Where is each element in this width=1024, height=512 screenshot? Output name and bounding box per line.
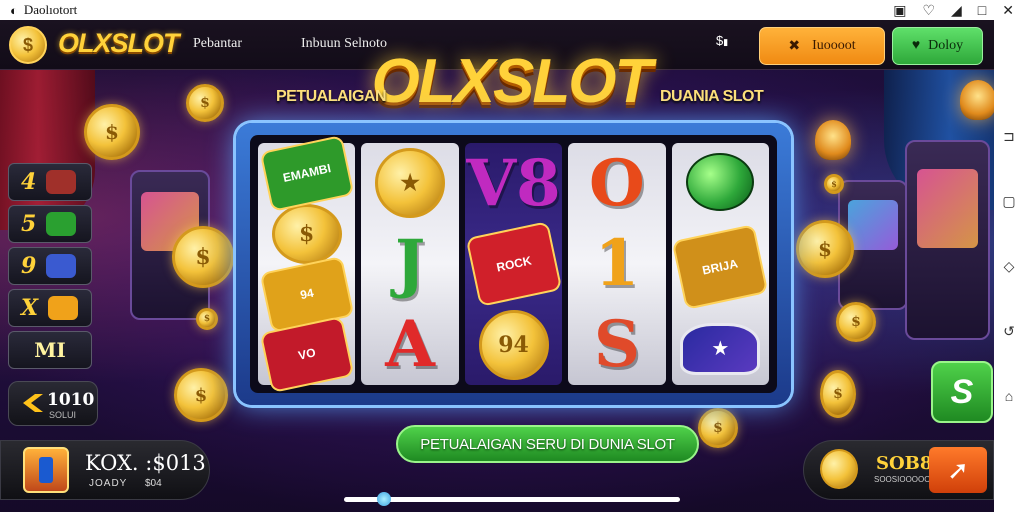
paytable-row[interactable]: MI bbox=[8, 331, 92, 369]
status-icons: ▣ ♡ ◢ □ ✕ bbox=[893, 2, 1014, 19]
screen-record-icon: ▣ bbox=[893, 1, 907, 18]
floating-coin-icon: $ bbox=[820, 370, 856, 418]
recents-square-icon[interactable]: □ bbox=[978, 2, 986, 19]
paytable-panel: 4 5 9 X MI bbox=[8, 163, 92, 373]
nav-square-icon[interactable]: ▢ bbox=[1002, 193, 1015, 210]
promo-banner[interactable]: PETUALAIGAN SERU DI DUNIA SLOT bbox=[396, 425, 699, 463]
tagline-left: PETUALAIGAN bbox=[276, 88, 387, 105]
nav-link-1[interactable]: Pebantar bbox=[193, 36, 242, 52]
paytable-symbol-icon bbox=[46, 212, 77, 236]
reel-4: O1S bbox=[568, 143, 666, 385]
gesture-dot-icon bbox=[377, 492, 391, 506]
reel-symbol-hat: ★ bbox=[680, 322, 761, 375]
floating-coin-icon: $ bbox=[84, 104, 140, 160]
reel-symbol-coin: ★ bbox=[375, 148, 446, 219]
nav-back-icon[interactable]: ⊐ bbox=[1003, 128, 1015, 145]
reel-symbol-letter: S bbox=[593, 307, 641, 383]
treasure-chest-icon bbox=[23, 447, 69, 493]
paytable-symbol-icon bbox=[48, 296, 79, 320]
arcade-machine-far-right bbox=[905, 140, 990, 340]
heart-icon: ♥ bbox=[911, 38, 921, 53]
hanging-lamp-icon bbox=[960, 80, 994, 120]
orange-button-label: Iuoooot bbox=[812, 38, 856, 53]
logo-coin-icon: $ bbox=[9, 26, 47, 64]
vpn-icon: ♡ bbox=[922, 1, 936, 18]
floating-coin-icon: $ bbox=[824, 174, 844, 194]
balance-title: KOX. :$013 bbox=[85, 451, 206, 475]
balance-sub-label: JOADY bbox=[89, 478, 128, 489]
reel-symbol-banner: ROCK bbox=[465, 221, 562, 307]
paytable-number: 9 bbox=[21, 253, 37, 279]
status-app-label: Daolıotort bbox=[23, 2, 78, 17]
system-nav-strip: ⊐ ▢ ◇ ↺ ⌂ bbox=[994, 20, 1024, 512]
paytable-symbol-icon bbox=[46, 254, 77, 278]
brand-logo[interactable]: OLXSLOT bbox=[58, 28, 179, 59]
system-status-bar: ◐ Daolıotort ▣ ♡ ◢ □ ✕ bbox=[0, 0, 1024, 20]
reel-symbol-gem bbox=[686, 153, 755, 212]
signal-icon: ◢ bbox=[951, 1, 962, 18]
reel-5: BRIJA ★ bbox=[671, 143, 770, 385]
nav-rotate-icon[interactable]: ↺ bbox=[1003, 323, 1015, 340]
chevron-left-icon bbox=[23, 394, 43, 412]
slot-machine[interactable]: EMAMBI $94 VO ★ J A V8 ROCK 94 O 1 S BRIJA ★ bbox=[236, 123, 791, 405]
reel-symbol-letter: J bbox=[394, 226, 426, 302]
coin-stack-icon bbox=[820, 449, 858, 489]
paytable-number: MI bbox=[34, 338, 66, 362]
floating-coin-icon: $ bbox=[172, 226, 234, 288]
crossed-arrows-icon: ✖ bbox=[788, 38, 801, 54]
spin-arrow-button[interactable]: ➚ bbox=[929, 447, 987, 493]
green-action-button[interactable]: ♥ Doloy bbox=[892, 27, 983, 65]
paytable-row[interactable]: 9 bbox=[8, 247, 92, 285]
paytable-row[interactable]: X bbox=[8, 289, 92, 327]
paytable-symbol-icon bbox=[46, 170, 77, 194]
reel-symbol-banner: BRIJA bbox=[671, 224, 769, 310]
paytable-number: 4 bbox=[21, 169, 37, 195]
game-title: OLXSLOT bbox=[371, 47, 653, 116]
credit-display[interactable]: 1010 SOLUI bbox=[8, 381, 98, 426]
balance-sub-value: $04 bbox=[145, 478, 162, 489]
hanging-lamp-icon bbox=[815, 120, 851, 160]
reel-symbol-coin: $ bbox=[271, 203, 342, 264]
credit-sub: SOLUI bbox=[49, 410, 77, 420]
close-icon[interactable]: ✕ bbox=[1002, 2, 1014, 19]
reel-symbol-banner: EMAMBI bbox=[259, 134, 355, 212]
bet-panel: SOB8 SOOSIOOOOOOOOOO ➚ bbox=[803, 440, 994, 500]
floating-coin-icon: $ bbox=[174, 368, 228, 422]
floating-coin-icon: $ bbox=[796, 220, 854, 278]
nav-home-icon[interactable]: ⌂ bbox=[1005, 388, 1013, 404]
app-status-icon: ◐ bbox=[10, 2, 18, 18]
reel-window: EMAMBI $94 VO ★ J A V8 ROCK 94 O 1 S BRIJA ★ bbox=[250, 134, 777, 394]
paytable-row[interactable]: 5 bbox=[8, 205, 92, 243]
paytable-row[interactable]: 4 bbox=[8, 163, 92, 201]
bet-value: SOB8 bbox=[876, 453, 933, 474]
floating-coin-icon: $ bbox=[196, 308, 218, 330]
green-side-button[interactable]: S bbox=[931, 361, 993, 423]
credit-value: 1010 bbox=[47, 390, 95, 410]
header-badge-icon[interactable]: $▮ bbox=[716, 33, 728, 48]
reel-1: EMAMBI $94 VO bbox=[258, 134, 356, 394]
floating-coin-icon: $ bbox=[186, 84, 224, 122]
spin-arrow-icon: ➚ bbox=[947, 454, 969, 485]
reel-2: ★ J A bbox=[361, 143, 459, 385]
reel-symbol-letter: V8 bbox=[466, 145, 561, 221]
gesture-bar[interactable] bbox=[344, 497, 680, 502]
floating-coin-icon: $ bbox=[836, 302, 876, 342]
tagline-right: DUANIA SLOT bbox=[660, 88, 764, 105]
balance-panel[interactable]: KOX. :$013 JOADY $04 bbox=[0, 440, 210, 500]
paytable-number: X bbox=[21, 295, 39, 321]
green-button-label: Doloy bbox=[928, 38, 964, 53]
reel-symbol-letter: O bbox=[589, 145, 645, 221]
reel-3: V8 ROCK 94 bbox=[464, 143, 563, 385]
reel-symbol-coin: 94 bbox=[478, 309, 549, 380]
reel-symbol-letter: A bbox=[385, 307, 435, 383]
nav-diamond-icon[interactable]: ◇ bbox=[1004, 258, 1015, 275]
paytable-number: 5 bbox=[21, 211, 37, 237]
orange-action-button[interactable]: ✖ Iuoooot bbox=[759, 27, 885, 65]
floating-coin-icon: $ bbox=[698, 408, 738, 448]
reel-symbol-letter: 1 bbox=[594, 226, 640, 302]
